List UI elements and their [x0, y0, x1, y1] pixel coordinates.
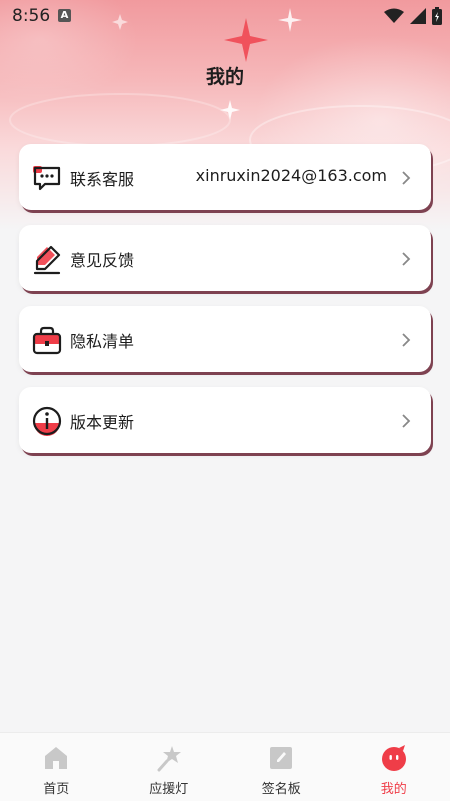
status-time: 8:56 — [12, 6, 50, 26]
wifi-icon — [384, 8, 404, 24]
notification-badge: A — [58, 9, 71, 22]
tab-label-light-stick: 应援灯 — [113, 778, 226, 797]
profile-face-icon — [380, 744, 408, 772]
tab-label-signature-board: 签名板 — [225, 778, 338, 797]
support-email: xinruxin2024@163.com — [196, 166, 387, 185]
tab-label-mine: 我的 — [338, 778, 450, 797]
tab-mine[interactable]: 我的 — [338, 733, 450, 801]
pencil-edit-icon — [31, 243, 63, 275]
menu-item-version-update[interactable]: 版本更新 — [19, 387, 431, 453]
menu-item-contact-support[interactable]: 联系客服 xinruxin2024@163.com — [19, 144, 431, 210]
settings-menu: 联系客服 xinruxin2024@163.com 意见反馈 隐私清单 版本更新 — [19, 144, 431, 468]
home-icon — [42, 744, 70, 772]
signal-icon — [410, 8, 426, 24]
bottom-tab-bar: 首页 应援灯 签名板 我的 — [0, 732, 450, 801]
chevron-right-icon — [401, 170, 411, 186]
status-bar: 8:56 A — [0, 0, 450, 32]
light-stick-icon — [155, 744, 183, 772]
menu-item-feedback[interactable]: 意见反馈 — [19, 225, 431, 291]
tab-signature-board[interactable]: 签名板 — [225, 733, 338, 801]
info-icon — [31, 405, 63, 437]
chevron-right-icon — [401, 332, 411, 348]
briefcase-lock-icon — [31, 324, 63, 356]
tab-home[interactable]: 首页 — [0, 733, 113, 801]
battery-icon — [432, 7, 442, 25]
menu-label-feedback: 意见反馈 — [70, 247, 134, 271]
signature-board-icon — [267, 744, 295, 772]
page-title: 我的 — [0, 62, 450, 89]
chat-bubble-icon — [31, 162, 63, 194]
tab-light-stick[interactable]: 应援灯 — [113, 733, 226, 801]
chevron-right-icon — [401, 251, 411, 267]
tab-label-home: 首页 — [0, 778, 113, 797]
menu-label-contact: 联系客服 — [70, 166, 134, 190]
chevron-right-icon — [401, 413, 411, 429]
menu-label-version: 版本更新 — [70, 409, 134, 433]
menu-label-privacy: 隐私清单 — [70, 328, 134, 352]
menu-item-privacy-list[interactable]: 隐私清单 — [19, 306, 431, 372]
